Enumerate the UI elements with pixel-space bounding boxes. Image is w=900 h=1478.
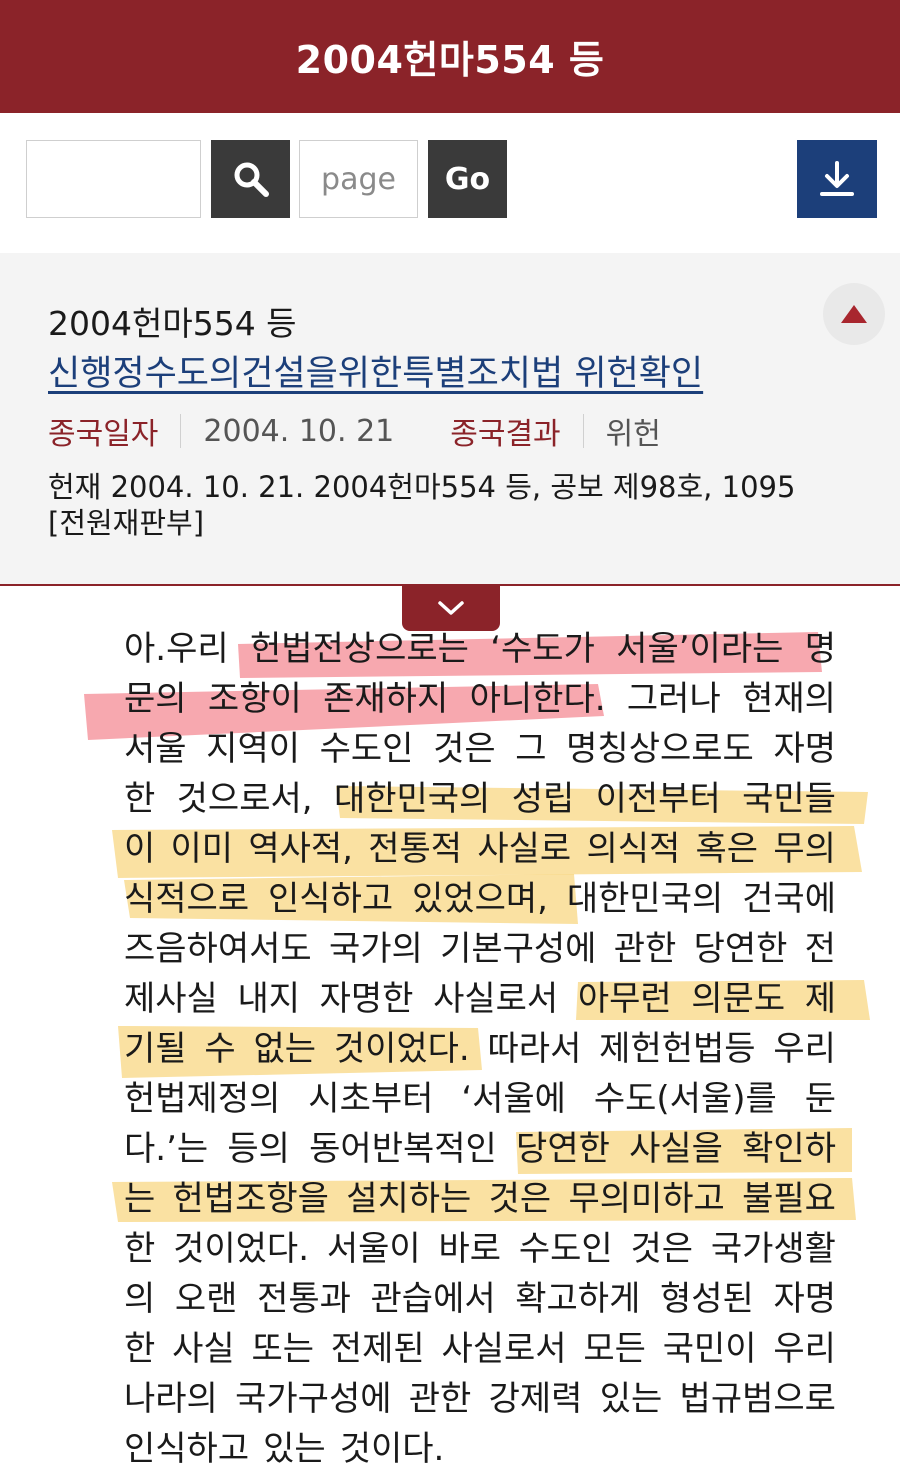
document-line: 나라의 국가구성에 관한 강제력 있는 법규범으로 <box>124 1379 836 1419</box>
search-icon <box>234 162 269 197</box>
document-line: 서울 지역이 수도인 것은 그 명칭상으로도 자명 <box>124 729 836 769</box>
page-header: 2004헌마554 등 <box>0 0 900 113</box>
document-line: 헌법제정의 시초부터 ‘서울에 수도(서울)를 둔 <box>124 1079 836 1119</box>
case-citation: 헌재 2004. 10. 21. 2004헌마554 등, 공보 제98호, 1… <box>48 469 848 541</box>
download-icon <box>820 161 854 196</box>
document-line: 는 헌법조항을 설치하는 것은 무의미하고 불필요 <box>124 1179 836 1219</box>
document-body: 아.우리 헌법전상으로는 ‘수도가 서울’이라는 명문의 조항이 존재하지 아니한다. 그러나 현… <box>124 624 836 1474</box>
document-line: 한 사실 또는 전제된 사실로서 모든 국민이 우리 <box>124 1329 836 1369</box>
go-button[interactable]: Go <box>428 140 507 218</box>
document-line: 인식하고 있는 것이다. <box>124 1429 445 1469</box>
page-title: 2004헌마554 등 <box>295 38 605 82</box>
clipped-text-line <box>124 570 324 592</box>
toolbar: Go <box>0 113 900 253</box>
document-line: 다.’는 등의 동어반복적인 당연한 사실을 확인하 <box>124 1129 836 1169</box>
document-line: 이 이미 역사적, 전통적 사실로 의식적 혹은 무의 <box>124 829 836 869</box>
search-button[interactable] <box>211 140 290 218</box>
chevron-down-icon <box>438 601 464 615</box>
document-line: 즈음하여서도 국가의 기본구성에 관한 당연한 전 <box>124 929 836 969</box>
document-line: 문의 조항이 존재하지 아니한다. 그러나 현재의 <box>124 679 836 719</box>
document-line: 제사실 내지 자명한 사실로서 아무런 의문도 제 <box>124 979 836 1019</box>
collapse-panel-button[interactable] <box>823 283 885 345</box>
case-info-panel: 2004헌마554 등 신행정수도의건설을위한특별조치법 위헌확인 종국일자 2… <box>0 253 900 586</box>
document-line: 한 것이었다. 서울이 바로 수도인 것은 국가생활 <box>124 1229 836 1269</box>
closing-date-value: 2004. 10. 21 <box>203 413 395 449</box>
result-value: 위헌 <box>605 417 661 452</box>
citation-line: [전원재판부] <box>48 506 205 540</box>
search-input[interactable] <box>26 140 201 218</box>
page-input[interactable] <box>299 140 418 218</box>
document-line: 의 오랜 전통과 관습에서 확고하게 형성된 자명 <box>124 1279 836 1319</box>
case-meta-row: 종국일자 2004. 10. 21 종국결과 위헌 <box>48 411 661 453</box>
meta-divider <box>180 414 182 448</box>
closing-date-label: 종국일자 <box>48 417 159 452</box>
document-line: 기될 수 없는 것이었다. 따라서 제헌헌법등 우리 <box>124 1029 836 1069</box>
case-title-link[interactable]: 신행정수도의건설을위한특별조치법 위헌확인 <box>48 345 703 396</box>
citation-line: 헌재 2004. 10. 21. 2004헌마554 등, 공보 제98호, 1… <box>48 470 796 504</box>
triangle-up-icon <box>841 305 867 323</box>
download-button[interactable] <box>797 140 877 218</box>
meta-divider <box>582 414 584 448</box>
case-number: 2004헌마554 등 <box>48 304 297 343</box>
document-line: 아.우리 헌법전상으로는 ‘수도가 서울’이라는 명 <box>124 629 836 669</box>
result-label: 종국결과 <box>450 417 561 452</box>
document-line: 한 것으로서, 대한민국의 성립 이전부터 국민들 <box>124 779 836 819</box>
document-line: 식적으로 인식하고 있었으며, 대한민국의 건국에 <box>124 879 836 919</box>
